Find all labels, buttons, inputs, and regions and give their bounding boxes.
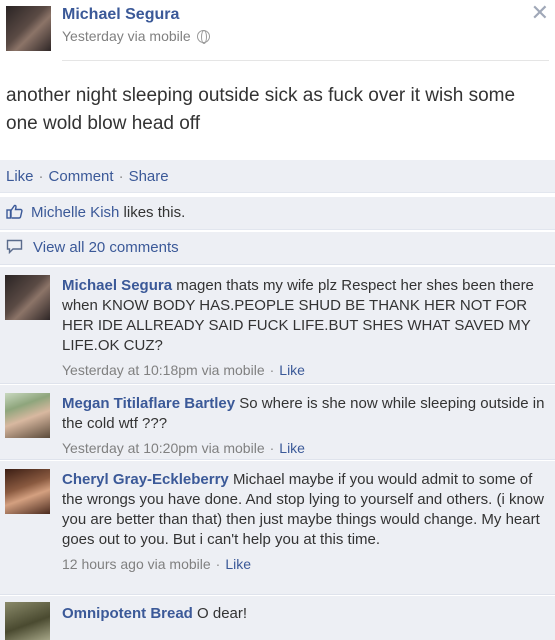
thumbs-up-icon: [6, 204, 23, 219]
comment-link[interactable]: Comment: [49, 168, 114, 185]
comment-body: Michael Segura magen thats my wife plz R…: [62, 276, 550, 380]
likes-row: Michelle Kish likes this.: [0, 197, 555, 230]
separator: ·: [215, 556, 221, 572]
post-text: another night sleeping outside sick as f…: [6, 85, 516, 134]
separator: ·: [38, 168, 44, 185]
view-all-comments-link[interactable]: View all 20 comments: [33, 239, 179, 256]
comment-author[interactable]: Cheryl Gray-Eckleberry: [62, 471, 229, 488]
post-timestamp[interactable]: Yesterday via mobile: [62, 28, 191, 44]
avatar[interactable]: [5, 393, 50, 438]
liker-name[interactable]: Michelle Kish: [31, 204, 119, 221]
comment-body: Megan Titilaflare Bartley So where is sh…: [62, 394, 550, 458]
comment-author[interactable]: Megan Titilaflare Bartley: [62, 395, 235, 412]
share-link[interactable]: Share: [129, 168, 169, 185]
comment-author[interactable]: Omnipotent Bread: [62, 605, 193, 622]
comment-item: Michael Segura magen thats my wife plz R…: [0, 267, 555, 384]
comment-body: Omnipotent Bread O dear!: [62, 604, 550, 624]
comment-timestamp[interactable]: 12 hours ago via mobile: [62, 556, 211, 572]
comment-body: Cheryl Gray-Eckleberry Michael maybe if …: [62, 470, 550, 574]
like-link[interactable]: Like: [6, 168, 34, 185]
view-all-comments-row: View all 20 comments: [0, 232, 555, 265]
post-meta: Yesterday via mobile: [62, 28, 210, 44]
comment-meta: 12 hours ago via mobile · Like: [62, 554, 550, 574]
post-header: Michael Segura Yesterday via mobile ✕: [0, 0, 555, 60]
comment-like-link[interactable]: Like: [225, 556, 251, 572]
comment-author[interactable]: Michael Segura: [62, 277, 172, 294]
avatar[interactable]: [5, 602, 50, 640]
post-actions: Like · Comment · Share: [0, 160, 555, 193]
comment-item: Megan Titilaflare Bartley So where is sh…: [0, 385, 555, 460]
globe-icon: [196, 30, 210, 44]
comment-timestamp[interactable]: Yesterday at 10:20pm via mobile: [62, 440, 265, 456]
likes-suffix: likes this.: [123, 204, 186, 221]
avatar[interactable]: [6, 6, 51, 51]
comment-timestamp[interactable]: Yesterday at 10:18pm via mobile: [62, 362, 265, 378]
comment-meta: Yesterday at 10:20pm via mobile · Like: [62, 438, 550, 458]
comment-item: Omnipotent Bread O dear!: [0, 596, 555, 640]
avatar[interactable]: [5, 275, 50, 320]
avatar[interactable]: [5, 469, 50, 514]
post-author[interactable]: Michael Segura: [62, 6, 179, 24]
comment-item: Cheryl Gray-Eckleberry Michael maybe if …: [0, 461, 555, 595]
comment-text: O dear!: [197, 605, 248, 622]
comment-like-link[interactable]: Like: [279, 440, 305, 456]
separator: ·: [269, 362, 275, 378]
separator: ·: [269, 440, 275, 456]
comment-like-link[interactable]: Like: [279, 362, 305, 378]
divider: [62, 60, 549, 61]
close-icon[interactable]: ✕: [531, 2, 549, 24]
comment-bubble-icon: [6, 239, 23, 254]
comment-meta: Yesterday at 10:18pm via mobile · Like: [62, 360, 550, 380]
separator: ·: [118, 168, 124, 185]
